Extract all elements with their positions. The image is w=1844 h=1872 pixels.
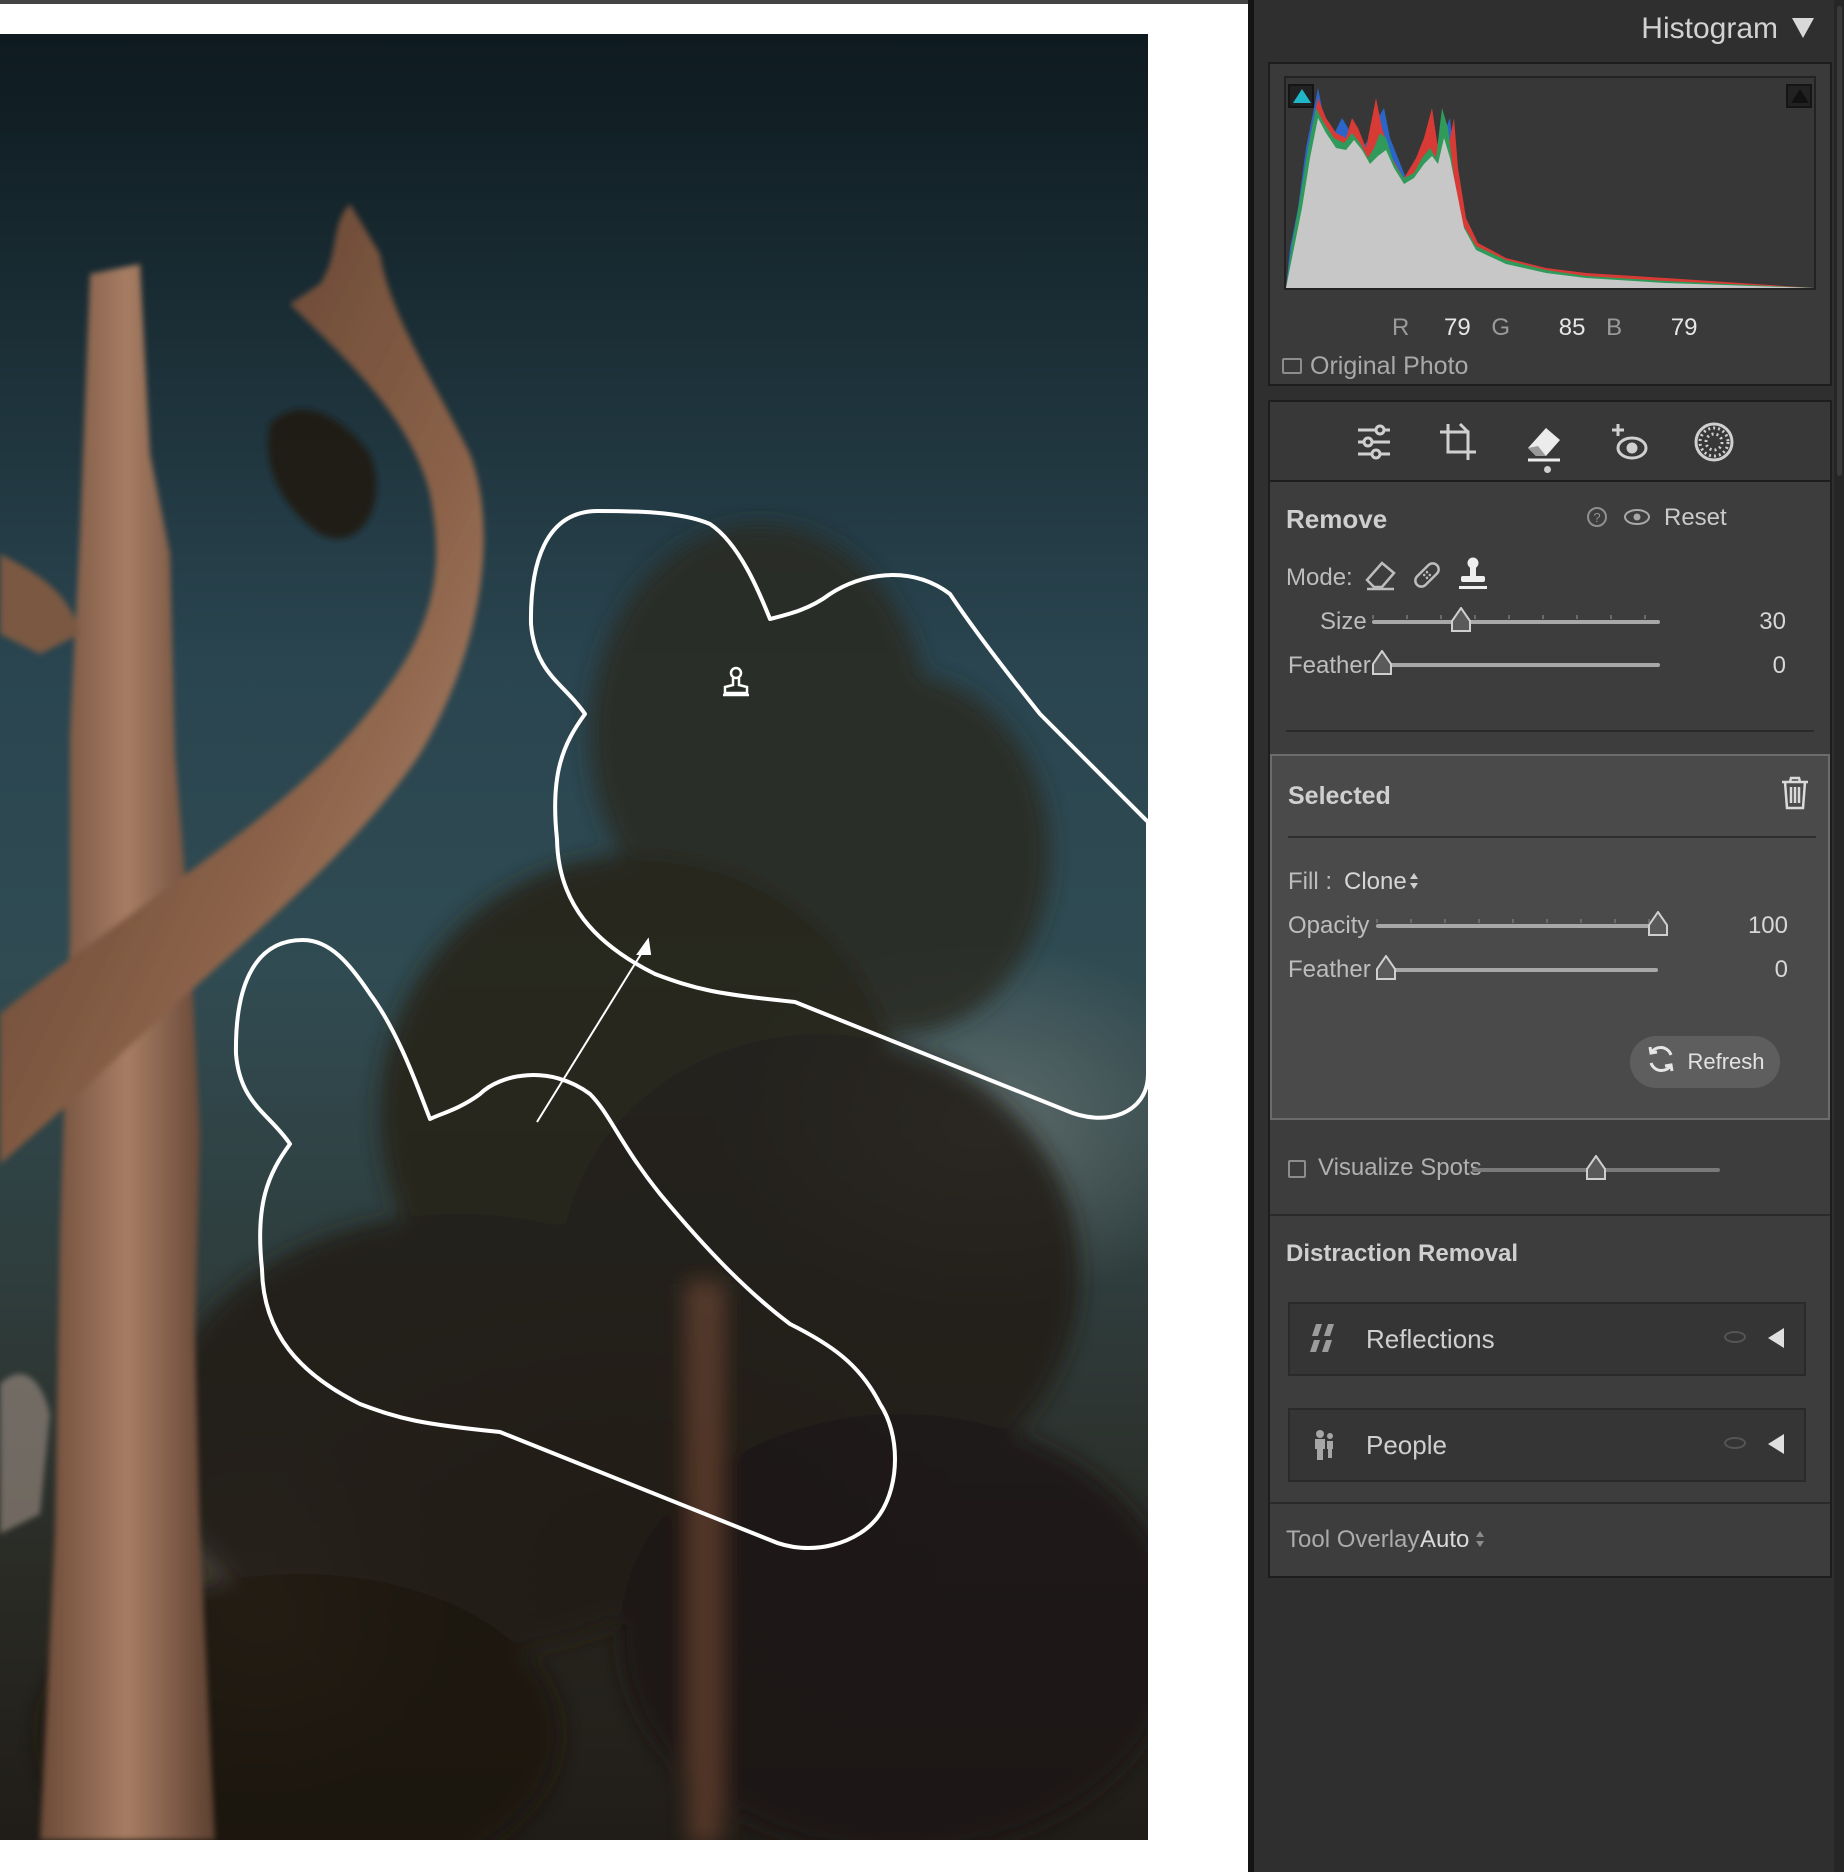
original-photo-label: Original Photo [1310,351,1469,380]
tool-overlay-select[interactable]: Auto [1420,1526,1469,1554]
trash-icon[interactable] [1780,776,1810,815]
fill-label: Fill : [1288,868,1332,895]
eraser-icon[interactable] [1364,558,1398,597]
selected-title: Selected [1288,782,1391,810]
photo-canvas[interactable] [0,0,1248,1872]
g-value: 85 [1558,314,1586,341]
opacity-value[interactable]: 100 [1662,912,1788,940]
section-divider [1286,730,1814,732]
red-eye-icon[interactable] [1600,412,1660,472]
opacity-label: Opacity [1288,912,1370,939]
histogram-panel: R 79 G 85 B 79 Original Photo [1268,62,1832,386]
r-value: 79 [1444,314,1471,341]
histogram-header-title[interactable]: Histogram [1641,12,1778,46]
remove-title: Remove [1286,504,1388,534]
bandage-icon[interactable] [1410,558,1444,597]
photo-image[interactable] [0,34,1148,1840]
selected-divider [1288,836,1816,838]
visualize-spots-label: Visualize Spots [1318,1154,1482,1181]
clone-stamp-icon[interactable] [1456,556,1490,597]
g-label: G [1491,314,1511,341]
people-label: People [1366,1430,1447,1460]
distraction-removal-title: Distraction Removal [1286,1240,1519,1267]
tool-overlay-stepper-icon[interactable] [1474,1528,1486,1555]
mode-label: Mode: [1286,564,1353,591]
selected-spot-panel: Selected Fill : Clone Opacity 100 Feathe… [1270,754,1830,1120]
reflections-item[interactable]: Reflections [1288,1302,1806,1376]
reflections-icon [1308,1322,1342,1361]
collapse-triangle-icon[interactable] [1792,18,1814,38]
feather-slider[interactable] [1372,650,1660,675]
reflections-expand-icon[interactable] [1768,1328,1784,1348]
reflections-label: Reflections [1366,1324,1495,1354]
right-panel: Histogram R 79 G 85 B 79 Original Photo [1248,0,1844,1872]
active-tool-indicator [1544,466,1551,473]
help-icon[interactable]: ? [1586,506,1608,533]
canvas-top-border [0,0,1248,4]
refresh-label: Refresh [1687,1049,1765,1074]
people-item[interactable]: People [1288,1408,1806,1482]
refresh-button[interactable]: Refresh [1630,1036,1780,1088]
original-photo-checkbox[interactable] [1282,358,1302,374]
people-expand-icon[interactable] [1768,1434,1784,1454]
feather-label: Feather [1288,652,1371,679]
people-eye-icon[interactable] [1724,1437,1746,1449]
feather-value[interactable]: 0 [1660,652,1786,680]
remove-eraser-icon[interactable] [1514,412,1574,472]
b-label: B [1606,314,1623,341]
edit-sliders-icon[interactable] [1344,412,1404,472]
reflections-eye-icon[interactable] [1724,1331,1746,1343]
b-value: 79 [1670,314,1698,341]
eye-icon[interactable] [1624,508,1650,531]
crop-icon[interactable] [1428,412,1488,472]
opacity-slider[interactable] [1376,911,1668,936]
selected-feather-value[interactable]: 0 [1662,956,1788,984]
size-slider[interactable] [1372,607,1660,632]
scrollbar-thumb[interactable] [1837,6,1842,476]
panel-scrollbar[interactable] [1834,0,1844,1872]
original-photo-toggle[interactable]: Original Photo [1282,348,1468,384]
r-label: R [1392,314,1410,341]
size-label: Size [1320,608,1367,635]
selected-feather-label: Feather [1288,956,1371,983]
svg-text:?: ? [1593,510,1600,525]
rgb-readout: R 79 G 85 B 79 [1392,314,1698,342]
selected-feather-slider[interactable] [1376,955,1658,980]
reset-button[interactable]: Reset [1664,504,1727,532]
visualize-spots-slider[interactable] [1472,1155,1720,1180]
tool-overlay-label: Tool Overlay : [1286,1526,1433,1553]
section-divider-3 [1270,1502,1830,1504]
refresh-icon [1645,1043,1677,1081]
people-icon [1308,1428,1342,1467]
histogram-curves [1286,88,1814,288]
shadow-clipping-indicator[interactable] [1288,84,1314,108]
histogram-graph[interactable] [1284,76,1816,290]
visualize-spots-checkbox[interactable] [1288,1160,1306,1178]
size-value[interactable]: 30 [1660,608,1786,636]
fill-stepper-icon[interactable] [1408,870,1420,897]
photo-scene [0,204,1148,1840]
section-divider-2 [1270,1214,1830,1216]
fill-select[interactable]: Clone [1344,868,1407,896]
highlight-clipping-indicator[interactable] [1786,84,1812,108]
remove-panel: Remove ? Reset Mode: Size 30 Feather 0 S… [1268,482,1832,1578]
masking-icon[interactable] [1684,412,1744,472]
